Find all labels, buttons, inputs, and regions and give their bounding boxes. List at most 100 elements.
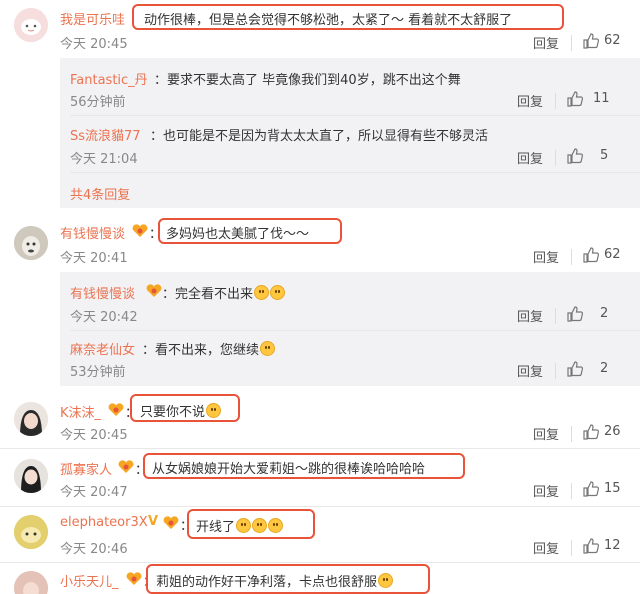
- reply-text: ：要求不要太高了 毕竟像我们到40岁，跳不出这个舞: [154, 73, 461, 88]
- thumbs-up-icon[interactable]: [582, 32, 600, 50]
- comment-item: 小乐天儿_ ： 莉姐的动作好干净利落，卡点也很舒服: [0, 563, 640, 594]
- divider: [70, 330, 640, 331]
- emoji-icon: [206, 403, 222, 418]
- reply-button[interactable]: 回复: [533, 247, 559, 266]
- username[interactable]: 有钱慢慢谈: [70, 283, 135, 302]
- fan-badge-icon: [132, 224, 148, 237]
- separator: [555, 363, 556, 379]
- like-count: 26: [604, 424, 621, 439]
- reply-button[interactable]: 回复: [533, 424, 559, 443]
- avatar[interactable]: [14, 226, 48, 260]
- thumbs-up-icon[interactable]: [582, 246, 600, 264]
- reply-text-body: 看不出来，您继续: [155, 343, 260, 358]
- username[interactable]: elephateor3X: [60, 515, 148, 530]
- verified-icon: V: [148, 514, 159, 529]
- fan-badge-icon: [126, 572, 142, 585]
- like-count: 2: [600, 306, 609, 321]
- thumbs-up-icon[interactable]: [582, 537, 600, 555]
- fan-badge-icon: [118, 460, 134, 473]
- like-count: 15: [604, 481, 621, 496]
- timestamp: 今天 20:46: [60, 542, 128, 557]
- comment-text: 从女娲娘娘开始大爱莉姐～跳的很棒诶哈哈哈哈: [152, 462, 426, 477]
- like-count: 5: [600, 148, 609, 163]
- timestamp: 53分钟前: [70, 365, 126, 380]
- reply-text-body: 完全看不出来: [175, 287, 254, 302]
- emoji-icon: [270, 285, 286, 300]
- like-count: 62: [604, 33, 621, 48]
- reply-button[interactable]: 回复: [517, 148, 543, 167]
- more-replies-link[interactable]: 共4条回复: [70, 184, 130, 203]
- thumbs-up-icon[interactable]: [566, 360, 584, 378]
- comment-text-body: 只要你不说: [140, 405, 206, 420]
- timestamp: 56分钟前: [70, 95, 126, 110]
- comment-item: elephateor3X V ： 开线了 今天 20:46 回复 12: [0, 507, 640, 563]
- comment-item: 有钱慢慢谈 ： 多妈妈也太美腻了伐～～ 今天 20:41 回复 62 有钱慢慢谈…: [0, 210, 640, 390]
- reply-text: ：完全看不出来: [162, 283, 286, 302]
- like-count: 11: [593, 91, 610, 106]
- separator: [555, 308, 556, 324]
- fan-badge-icon: [108, 403, 124, 416]
- reply-text-body: 也可能是不是因为背太太太直了，所以显得有些不够灵活: [163, 129, 489, 144]
- thumbs-up-icon[interactable]: [566, 90, 584, 108]
- reply-button[interactable]: 回复: [533, 538, 559, 557]
- emoji-icon: [378, 573, 394, 588]
- separator: [555, 150, 556, 166]
- timestamp: 今天 21:04: [70, 152, 138, 167]
- separator: [571, 35, 572, 51]
- like-count: 12: [604, 538, 621, 553]
- timestamp: 今天 20:45: [60, 37, 128, 52]
- emoji-icon: [260, 341, 276, 356]
- emoji-icon: [268, 518, 284, 533]
- reply-button[interactable]: 回复: [517, 91, 543, 110]
- username[interactable]: 孤寡家人: [60, 459, 112, 478]
- thumbs-up-icon[interactable]: [566, 147, 584, 165]
- username[interactable]: Ss流浪貓77: [70, 125, 141, 144]
- separator: [571, 483, 572, 499]
- username[interactable]: K沫沫_: [60, 402, 101, 421]
- comment-text: 只要你不说: [140, 401, 222, 420]
- comment-text-body: 莉姐的动作好干净利落，卡点也很舒服: [156, 575, 378, 590]
- username[interactable]: 我是可乐哇: [60, 9, 125, 28]
- emoji-icon: [236, 518, 252, 533]
- comment-item: K沫沫_ ： 只要你不说 今天 20:45 回复 26: [0, 390, 640, 448]
- comment-text: 动作很棒，但是总会觉得不够松弛，太紧了～ 看着就不太舒服了: [144, 13, 513, 28]
- fan-badge-icon: [163, 516, 179, 529]
- avatar[interactable]: [14, 571, 48, 594]
- comment-text: 开线了: [196, 516, 284, 535]
- comment-item: 孤寡家人 ： 从女娲娘娘开始大爱莉姐～跳的很棒诶哈哈哈哈 今天 20:47 回复…: [0, 449, 640, 505]
- reply-button[interactable]: 回复: [517, 306, 543, 325]
- avatar[interactable]: [14, 459, 48, 493]
- like-count: 62: [604, 247, 621, 262]
- username[interactable]: 有钱慢慢谈: [60, 223, 125, 242]
- reply-button[interactable]: 回复: [533, 33, 559, 52]
- comment-text-body: 开线了: [196, 520, 236, 535]
- avatar[interactable]: [14, 8, 48, 42]
- username[interactable]: 小乐天儿_: [60, 571, 119, 590]
- timestamp: 今天 20:41: [60, 251, 128, 266]
- avatar[interactable]: [14, 402, 48, 436]
- separator: [571, 426, 572, 442]
- reply-button[interactable]: 回复: [533, 481, 559, 500]
- comment-text: 多妈妈也太美腻了伐～～: [166, 227, 310, 242]
- separator: [555, 93, 556, 109]
- reply-text: ：也可能是不是因为背太太太直了，所以显得有些不够灵活: [150, 129, 489, 144]
- separator: [571, 249, 572, 265]
- like-count: 2: [600, 361, 609, 376]
- thumbs-up-icon[interactable]: [582, 423, 600, 441]
- comment-text: 莉姐的动作好干净利落，卡点也很舒服: [156, 571, 394, 590]
- reply-button[interactable]: 回复: [517, 361, 543, 380]
- username[interactable]: Fantastic_丹: [70, 69, 148, 88]
- timestamp: 今天 20:45: [60, 428, 128, 443]
- username[interactable]: 麻奈老仙女: [70, 339, 135, 358]
- comment-item: 我是可乐哇 动作很棒，但是总会觉得不够松弛，太紧了～ 看着就不太舒服了 今天 2…: [0, 0, 640, 210]
- reply-text-body: 要求不要太高了 毕竟像我们到40岁，跳不出这个舞: [167, 73, 461, 88]
- fan-badge-icon: [146, 284, 162, 297]
- thumbs-up-icon[interactable]: [566, 305, 584, 323]
- reply-text: ：看不出来，您继续: [142, 339, 276, 358]
- divider: [70, 172, 640, 173]
- avatar[interactable]: [14, 515, 48, 549]
- thumbs-up-icon[interactable]: [582, 480, 600, 498]
- separator: [571, 540, 572, 556]
- emoji-icon: [254, 285, 270, 300]
- divider: [70, 115, 640, 116]
